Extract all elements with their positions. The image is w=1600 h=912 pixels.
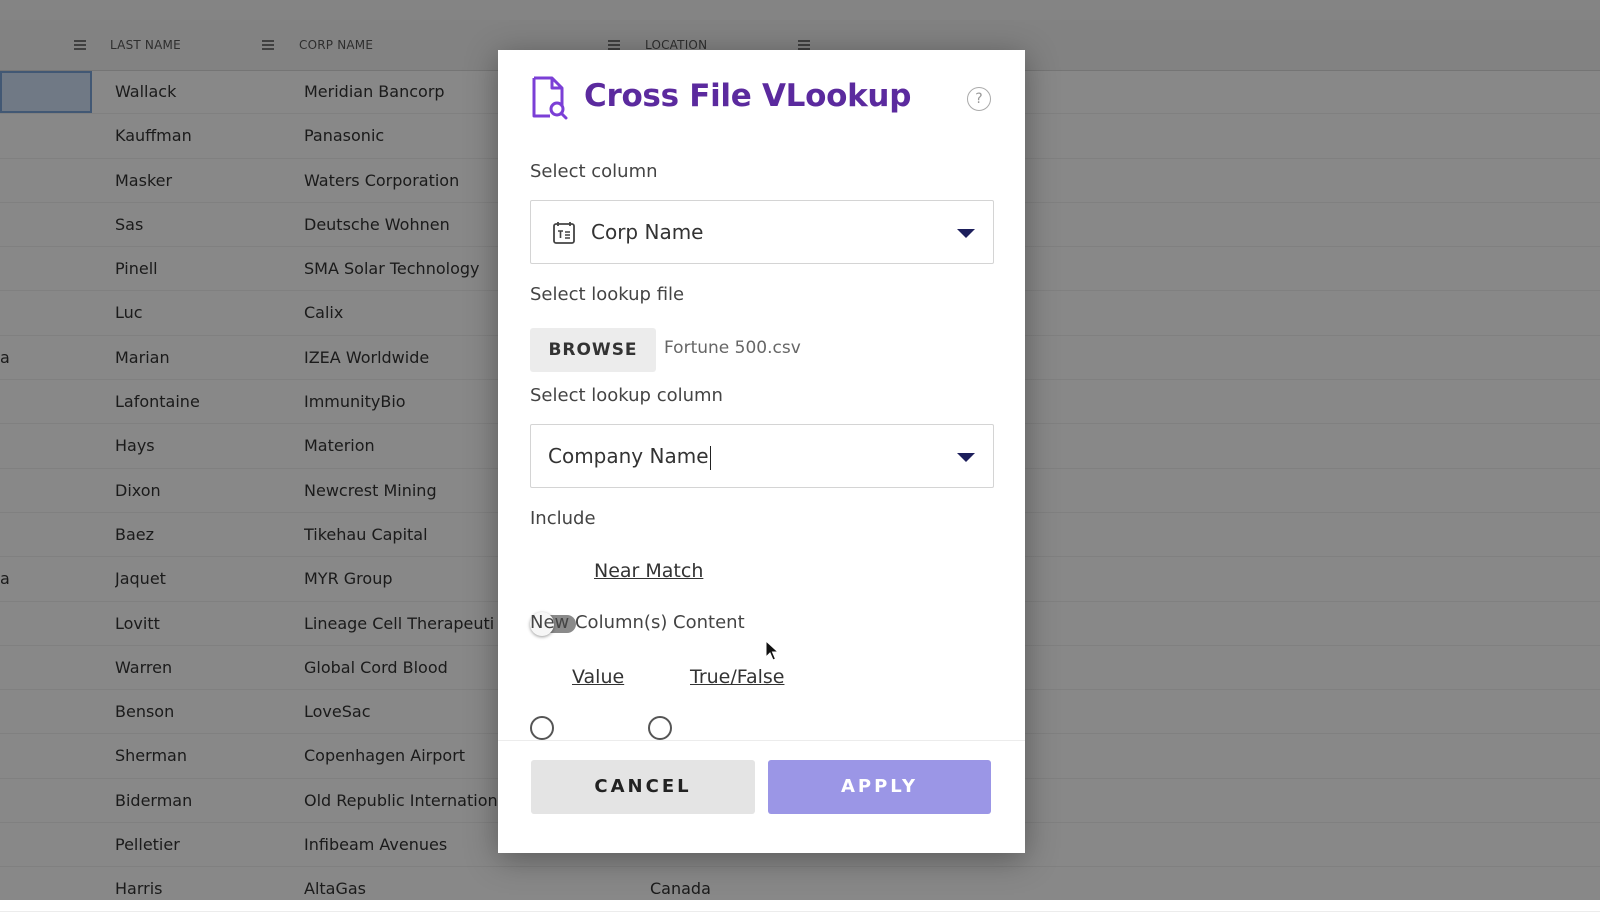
text-field-icon: [553, 222, 575, 244]
chevron-down-icon[interactable]: [957, 229, 975, 238]
lookup-column-dropdown[interactable]: Company Name: [530, 424, 994, 488]
lookup-file-name: Fortune 500.csv: [664, 338, 801, 358]
include-label: Include: [530, 508, 596, 529]
radio-true-false[interactable]: [648, 716, 672, 740]
cancel-button[interactable]: CANCEL: [531, 760, 755, 814]
lookup-column-value: Company Name: [548, 444, 709, 468]
document-search-icon: [532, 76, 568, 120]
chevron-down-icon[interactable]: [957, 453, 975, 462]
select-column-dropdown[interactable]: Corp Name: [530, 200, 994, 264]
cross-file-vlookup-dialog: Cross File VLookup ? Select column Corp …: [498, 50, 1025, 853]
mouse-pointer-icon: [765, 640, 779, 661]
help-icon[interactable]: ?: [967, 87, 991, 111]
near-match-label[interactable]: Near Match: [594, 560, 703, 582]
radio-true-false-label[interactable]: True/False: [690, 666, 784, 688]
footer-divider: [498, 740, 1025, 741]
apply-button[interactable]: APPLY: [768, 760, 991, 814]
radio-value[interactable]: [530, 716, 554, 740]
lookup-column-input[interactable]: Company Name: [548, 425, 712, 487]
browse-button[interactable]: BROWSE: [530, 328, 656, 372]
lookup-file-label: Select lookup file: [530, 284, 685, 305]
text-cursor: [709, 445, 712, 470]
select-column-label: Select column: [530, 161, 658, 182]
new-column-content-label: New Column(s) Content: [530, 612, 745, 633]
select-column-value: Corp Name: [591, 220, 704, 244]
lookup-column-label: Select lookup column: [530, 385, 723, 406]
dialog-title: Cross File VLookup: [584, 78, 912, 114]
radio-value-label[interactable]: Value: [572, 666, 624, 688]
